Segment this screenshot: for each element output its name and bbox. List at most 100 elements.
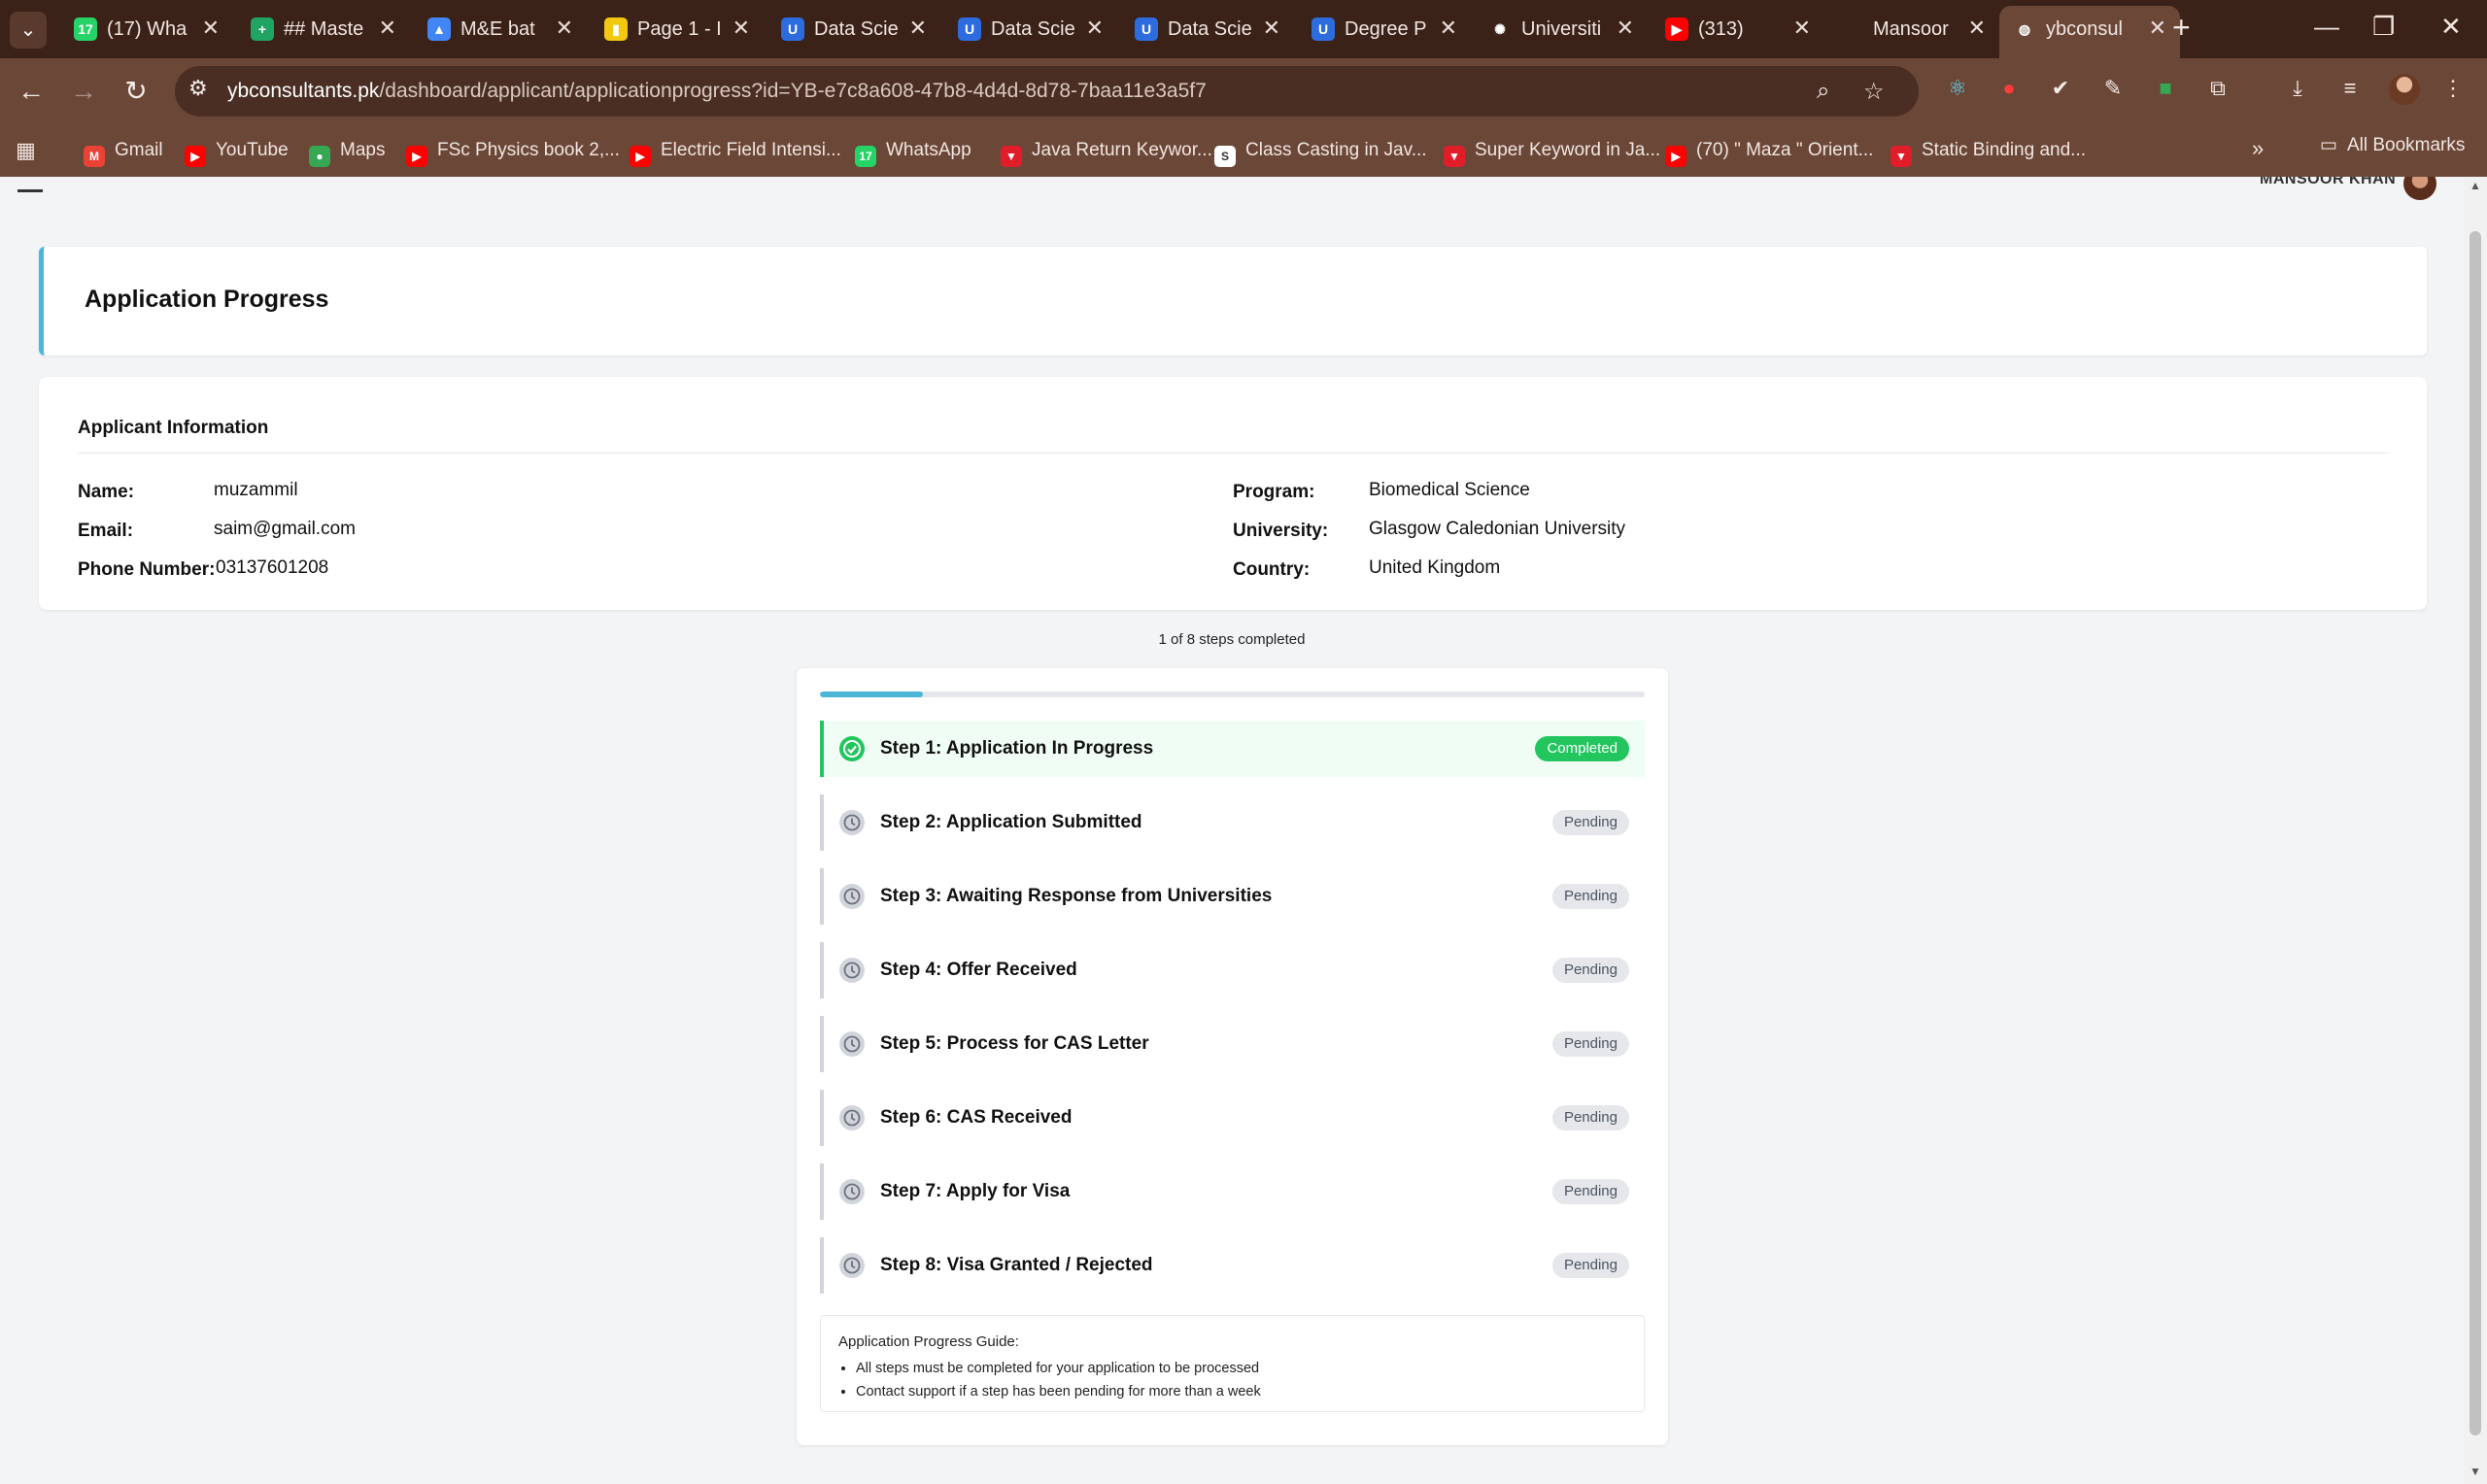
- close-tab-icon[interactable]: ✕: [556, 16, 573, 41]
- country-value: United Kingdom: [1369, 557, 1501, 578]
- zoom-icon[interactable]: ⌕: [1817, 78, 1829, 105]
- browser-tab[interactable]: + ## Maste ✕: [237, 6, 410, 52]
- adblock-icon[interactable]: ●: [1994, 74, 2024, 103]
- program-value: Biomedical Science: [1369, 480, 1530, 500]
- download-icon[interactable]: ⤓: [2283, 74, 2312, 103]
- page-scrollbar[interactable]: ▲ ▼: [2464, 177, 2487, 1484]
- guide-item: Contact support if a step has been pendi…: [856, 1380, 1261, 1403]
- user-avatar[interactable]: [2403, 177, 2436, 200]
- browser-menu-icon[interactable]: ⋮: [2438, 74, 2468, 103]
- url-text[interactable]: ybconsultants.pk/dashboard/applicant/app…: [227, 80, 1207, 103]
- close-tab-icon[interactable]: ✕: [1440, 16, 1457, 41]
- bookmark-label: Java Return Keywor...: [1032, 140, 1212, 160]
- bookmark-item[interactable]: ▶ Electric Field Intensi...: [630, 134, 841, 167]
- browser-tab[interactable]: ✺ Universiti ✕: [1475, 6, 1648, 52]
- all-bookmarks-button[interactable]: ▭ All Bookmarks: [2320, 134, 2465, 156]
- close-tab-icon[interactable]: ✕: [1617, 16, 1634, 41]
- tab-title: ybconsul: [2046, 18, 2123, 40]
- browser-tab[interactable]: 17 (17) Wha ✕: [60, 6, 233, 52]
- bookmark-item[interactable]: ● Maps: [309, 134, 385, 167]
- close-tab-icon[interactable]: ✕: [1793, 16, 1811, 41]
- tab-search-button[interactable]: ⌄: [10, 12, 47, 49]
- address-bar[interactable]: ⚙ ybconsultants.pk/dashboard/applicant/a…: [175, 66, 1919, 117]
- forward-button[interactable]: →: [64, 72, 103, 111]
- tab-strip: ⌄ 17 (17) Wha ✕ + ## Maste ✕ ▲ M&E bat ✕ ▮ Page 1 …: [0, 0, 2487, 58]
- browser-tab[interactable]: U Data Scie ✕: [944, 6, 1117, 52]
- bookmark-label: YouTube: [216, 140, 289, 160]
- browser-tab[interactable]: U Degree P ✕: [1298, 6, 1471, 52]
- browser-tab[interactable]: Mansoor ✕: [1826, 6, 1999, 52]
- bookmark-item[interactable]: ▼ Static Binding and...: [1891, 134, 2086, 167]
- app-header: MANSOOR KHAN: [0, 177, 2464, 204]
- bookmark-item[interactable]: ▶ (70) " Maza " Orient...: [1665, 134, 1873, 167]
- media-control-icon[interactable]: ≡: [2335, 74, 2365, 103]
- bookmark-favicon-icon: ●: [309, 146, 330, 167]
- checkmark-extension-icon[interactable]: ✔: [2046, 74, 2075, 103]
- green-extension-icon[interactable]: ■: [2151, 74, 2180, 103]
- phone-value: 03137601208: [216, 557, 329, 578]
- bookmark-favicon-icon: ▼: [1444, 146, 1465, 167]
- scrollbar-thumb[interactable]: [2470, 231, 2481, 1435]
- step-label: Step 8: Visa Granted / Rejected: [880, 1255, 1153, 1275]
- bookmark-item[interactable]: M Gmail: [84, 134, 163, 167]
- new-tab-button[interactable]: +: [2172, 10, 2191, 46]
- tab-title: Data Scie: [991, 18, 1075, 40]
- uni-icon: U: [781, 17, 804, 41]
- restore-button[interactable]: ❐: [2372, 12, 2395, 42]
- tab-title: (17) Wha: [107, 18, 187, 40]
- guide-title: Application Progress Guide:: [838, 1333, 1019, 1350]
- youtube-icon: ▶: [1665, 17, 1688, 41]
- bookmark-star-icon[interactable]: ☆: [1863, 78, 1885, 106]
- email-label: Email:: [78, 521, 134, 541]
- bookmark-item[interactable]: ▶ FSc Physics book 2,...: [406, 134, 620, 167]
- browser-tab[interactable]: ◍ ybconsul ✕: [1999, 6, 2180, 58]
- bookmark-item[interactable]: ▶ YouTube: [185, 134, 289, 167]
- browser-toolbar: ← → ↻ ⚙ ybconsultants.pk/dashboard/appli…: [0, 58, 2487, 124]
- site-info-icon[interactable]: ⚙: [188, 76, 208, 101]
- browser-tab[interactable]: ▲ M&E bat ✕: [414, 6, 587, 52]
- scroll-up-arrow-icon[interactable]: ▲: [2470, 179, 2481, 192]
- phone-label: Phone Number:: [78, 559, 216, 580]
- close-window-button[interactable]: ✕: [2440, 12, 2462, 42]
- progress-step: Step 1: Application In Progress Completed: [820, 721, 1645, 777]
- close-tab-icon[interactable]: ✕: [1263, 16, 1280, 41]
- profile-avatar[interactable]: [2389, 74, 2420, 105]
- browser-tab[interactable]: U Data Scie ✕: [767, 6, 940, 52]
- close-tab-icon[interactable]: ✕: [732, 16, 750, 41]
- tab-title: Page 1 - I: [637, 18, 722, 40]
- bookmark-item[interactable]: ▼ Java Return Keywor...: [1001, 134, 1212, 167]
- progress-step: Step 5: Process for CAS Letter Pending: [820, 1016, 1645, 1072]
- clock-icon: [839, 884, 865, 909]
- reload-button[interactable]: ↻: [117, 72, 155, 111]
- browser-tab[interactable]: U Data Scie ✕: [1121, 6, 1294, 52]
- bookmark-item[interactable]: 17 WhatsApp: [855, 134, 971, 167]
- step-label: Step 7: Apply for Visa: [880, 1181, 1071, 1201]
- back-button[interactable]: ←: [12, 72, 51, 111]
- close-tab-icon[interactable]: ✕: [909, 16, 927, 41]
- tab-title: Degree P: [1345, 18, 1427, 40]
- bookmark-item[interactable]: S Class Casting in Jav...: [1214, 134, 1427, 167]
- react-devtools-icon[interactable]: ⚛: [1943, 74, 1972, 103]
- applicant-info-heading: Applicant Information: [78, 418, 269, 438]
- status-badge: Pending: [1551, 1253, 1629, 1278]
- step-label: Step 2: Application Submitted: [880, 812, 1142, 832]
- bookmarks-overflow-icon[interactable]: »: [2252, 136, 2264, 161]
- close-tab-icon[interactable]: ✕: [1086, 16, 1104, 41]
- status-badge: Pending: [1551, 1105, 1629, 1130]
- close-tab-icon[interactable]: ✕: [202, 16, 220, 41]
- bookmark-item[interactable]: ▼ Super Keyword in Ja...: [1444, 134, 1660, 167]
- extensions-puzzle-icon[interactable]: ⧉: [2203, 74, 2232, 103]
- color-picker-icon[interactable]: ✎: [2098, 74, 2128, 103]
- close-tab-icon[interactable]: ✕: [379, 16, 396, 41]
- close-tab-icon[interactable]: ✕: [2149, 16, 2166, 41]
- menu-toggle-icon[interactable]: [17, 177, 43, 192]
- bookmark-favicon-icon: 17: [855, 146, 876, 167]
- browser-tab[interactable]: ▶ (313) ✕: [1652, 6, 1824, 52]
- close-tab-icon[interactable]: ✕: [1968, 16, 1986, 41]
- bookmark-label: FSc Physics book 2,...: [437, 140, 620, 160]
- browser-tab[interactable]: ▮ Page 1 - I ✕: [591, 6, 764, 52]
- apps-grid-icon[interactable]: ▦: [16, 134, 36, 167]
- uni-icon: U: [958, 17, 981, 41]
- scroll-down-arrow-icon[interactable]: ▼: [2470, 1465, 2481, 1478]
- minimize-button[interactable]: —: [2314, 12, 2339, 42]
